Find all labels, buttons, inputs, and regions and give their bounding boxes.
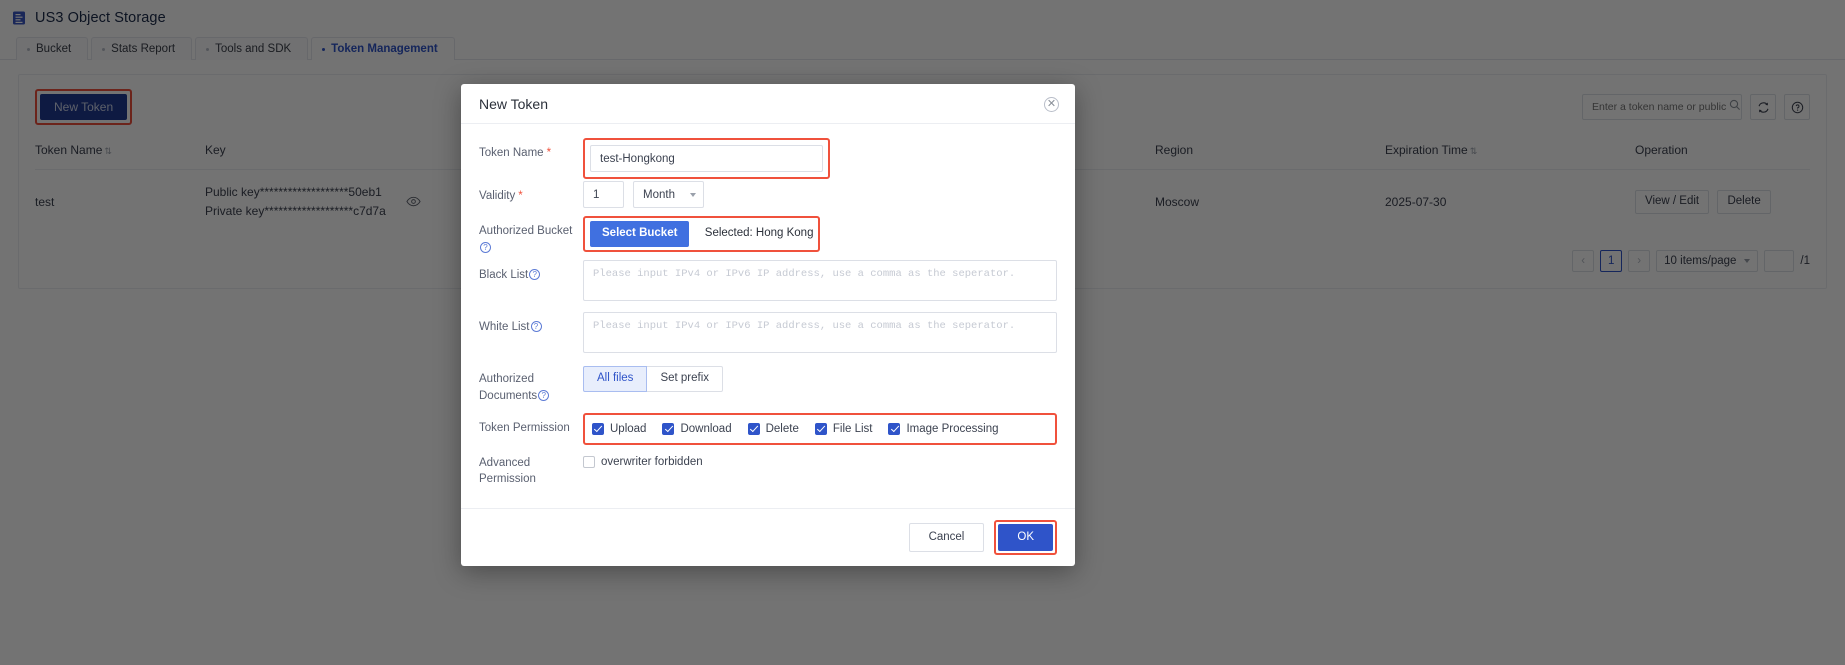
token-permission-checkboxes: Upload Download Delete File List Image P… [592, 422, 1048, 435]
field-control: All files Set prefix [583, 364, 1057, 404]
checkbox-icon[interactable] [888, 422, 901, 435]
dialog-header: New Token ✕ [461, 84, 1075, 124]
field-control [583, 312, 1057, 356]
field-control: overwriter forbidden [583, 451, 1057, 488]
checkbox-icon[interactable] [814, 422, 827, 435]
white-list-textarea[interactable] [583, 312, 1057, 354]
field-control [583, 260, 1057, 304]
new-token-dialog: New Token ✕ Token Name* Validity* Month [461, 84, 1075, 566]
token-name-input[interactable] [590, 145, 823, 172]
field-authorized-documents: Authorized Documents? All files Set pref… [479, 364, 1057, 404]
authorized-bucket-highlight: Select Bucket Selected: Hong Kong [583, 216, 821, 252]
help-circle-icon[interactable]: ? [530, 321, 542, 333]
help-circle-icon[interactable]: ? [529, 269, 541, 281]
field-label: Token Name * [479, 138, 583, 179]
help-circle-icon[interactable]: ? [480, 241, 491, 253]
field-label: Authorized Bucket ? [479, 216, 583, 256]
field-label: Token Permission [479, 413, 583, 445]
label-text: Authorized Bucket [479, 225, 573, 237]
field-token-name: Token Name * [479, 138, 1057, 179]
field-advanced-permission: Advanced Permission overwriter forbidden [479, 451, 1057, 488]
checkbox-icon[interactable] [747, 422, 760, 435]
field-control: Month [583, 181, 1057, 208]
checkbox-icon[interactable] [662, 422, 675, 435]
checkbox-delete[interactable]: Delete [747, 422, 799, 435]
field-label: Black List? [479, 260, 583, 304]
field-label: Authorized Documents? [479, 364, 583, 404]
label-text: Black List [479, 269, 529, 282]
field-validity: Validity* Month [479, 181, 1057, 208]
validity-unit-label: Month [643, 188, 675, 201]
close-icon[interactable]: ✕ [1044, 97, 1059, 112]
checkbox-icon[interactable] [592, 422, 604, 435]
checkbox-label: File List [832, 422, 873, 435]
label-text: White List [479, 321, 530, 334]
field-black-list: Black List? [479, 260, 1057, 304]
token-permission-highlight: Upload Download Delete File List Image P… [583, 412, 1057, 445]
selected-bucket-label: Selected: Hong Kong [704, 227, 814, 239]
field-white-list: White List? [479, 312, 1057, 356]
ok-button-highlight: OK [994, 520, 1057, 555]
chevron-down-icon [690, 192, 696, 197]
label-text: Validity [479, 190, 516, 202]
checkbox-upload[interactable]: Upload [592, 422, 647, 435]
checkbox-image-processing[interactable]: Image Processing [888, 422, 999, 435]
label-text: Token Name [479, 147, 544, 159]
option-set-prefix[interactable]: Set prefix [647, 366, 724, 392]
checkbox-overwriter-forbidden[interactable]: overwriter forbidden [583, 455, 703, 468]
dialog-footer: Cancel OK [461, 508, 1075, 566]
dialog-title: New Token [479, 95, 549, 112]
label-text: Authorized Documents [479, 373, 538, 403]
field-control: Select Bucket Selected: Hong Kong [583, 216, 1057, 256]
dialog-body: Token Name* Validity* Month [461, 124, 1075, 508]
checkbox-file-list[interactable]: File List [814, 422, 873, 435]
checkbox-label: Image Processing [906, 422, 999, 435]
required-marker: * [546, 147, 552, 159]
field-label: Validity * [479, 181, 583, 208]
option-all-files[interactable]: All files [583, 366, 648, 392]
token-name-highlight [583, 138, 830, 179]
authorized-documents-segmented: All files Set prefix [583, 366, 724, 392]
validity-amount-input[interactable] [583, 181, 624, 208]
field-authorized-bucket: Authorized Bucket ? Select Bucket Select… [479, 216, 1057, 256]
label-text: Advanced Permission [479, 456, 536, 486]
select-bucket-button[interactable]: Select Bucket [590, 221, 690, 247]
field-label: Advanced Permission [479, 451, 583, 488]
checkbox-icon[interactable] [583, 455, 595, 468]
required-marker: * [518, 190, 523, 202]
field-control: Upload Download Delete File List Image P… [583, 412, 1057, 445]
validity-unit-select[interactable]: Month [633, 181, 704, 208]
cancel-button[interactable]: Cancel [908, 523, 985, 552]
checkbox-download[interactable]: Download [662, 422, 732, 435]
checkbox-label: Delete [765, 422, 799, 435]
checkbox-label: Download [680, 422, 732, 435]
label-text: Token Permission [479, 421, 570, 434]
field-token-permission: Token Permission Upload Download Delete … [479, 412, 1057, 445]
checkbox-label: overwriter forbidden [601, 455, 703, 468]
checkbox-label: Upload [610, 422, 647, 435]
help-circle-icon[interactable]: ? [538, 390, 550, 402]
field-control [583, 138, 1057, 179]
black-list-textarea[interactable] [583, 260, 1057, 302]
ok-button[interactable]: OK [998, 524, 1053, 551]
field-label: White List? [479, 312, 583, 356]
